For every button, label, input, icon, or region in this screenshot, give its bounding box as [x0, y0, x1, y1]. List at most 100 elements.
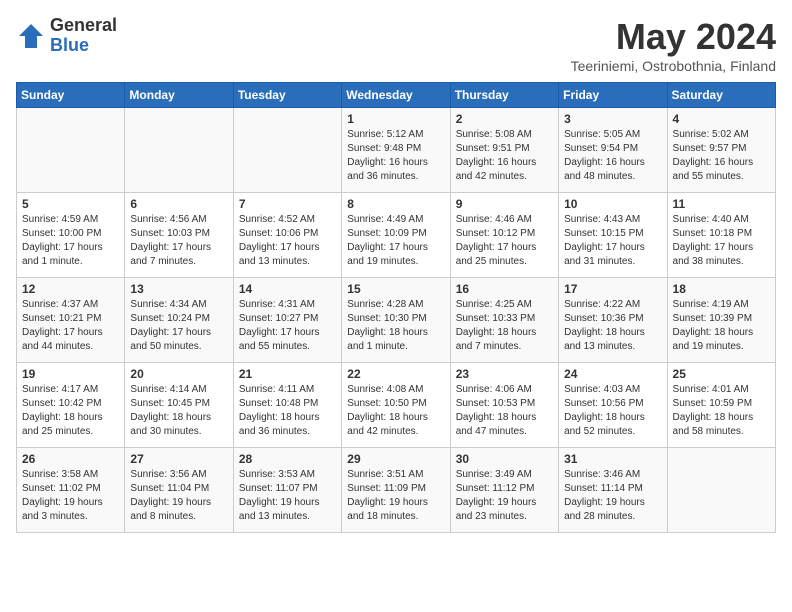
calendar-day-cell: 28 Sunrise: 3:53 AM Sunset: 11:07 PM Dayl…	[233, 448, 341, 533]
calendar-day-cell	[125, 108, 233, 193]
day-number: 12	[22, 282, 119, 296]
location-subtitle: Teeriniemi, Ostrobothnia, Finland	[571, 58, 776, 74]
calendar-day-cell	[17, 108, 125, 193]
calendar-body: 1Sunrise: 5:12 AM Sunset: 9:48 PM Daylig…	[17, 108, 776, 533]
day-number: 27	[130, 452, 227, 466]
day-number: 19	[22, 367, 119, 381]
calendar-day-cell: 21Sunrise: 4:11 AM Sunset: 10:48 PM Dayl…	[233, 363, 341, 448]
calendar-day-cell: 29 Sunrise: 3:51 AM Sunset: 11:09 PM Dayl…	[342, 448, 450, 533]
month-title: May 2024	[571, 16, 776, 58]
day-info: Sunrise: 5:08 AM Sunset: 9:51 PM Dayligh…	[456, 128, 553, 184]
day-info: Sunrise: 4:31 AM Sunset: 10:27 PM Daylig…	[239, 298, 336, 354]
day-info: Sunrise: 4:03 AM Sunset: 10:56 PM Daylig…	[564, 383, 661, 439]
day-info: Sunrise: 4:01 AM Sunset: 10:59 PM Daylig…	[673, 383, 770, 439]
calendar-table: SundayMondayTuesdayWednesdayThursdayFrid…	[16, 82, 776, 533]
day-number: 16	[456, 282, 553, 296]
day-number: 9	[456, 197, 553, 211]
day-info: Sunrise: 3:46 AM Sunset: 11:14 PM Daylig…	[564, 468, 661, 524]
day-number: 31	[564, 452, 661, 466]
day-number: 30	[456, 452, 553, 466]
day-info: Sunrise: 4:25 AM Sunset: 10:33 PM Daylig…	[456, 298, 553, 354]
day-number: 22	[347, 367, 444, 381]
day-info: Sunrise: 4:49 AM Sunset: 10:09 PM Daylig…	[347, 213, 444, 269]
calendar-week-5: 26 Sunrise: 3:58 AM Sunset: 11:02 PM Dayl…	[17, 448, 776, 533]
calendar-day-cell: 27 Sunrise: 3:56 AM Sunset: 11:04 PM Dayl…	[125, 448, 233, 533]
day-info: Sunrise: 4:46 AM Sunset: 10:12 PM Daylig…	[456, 213, 553, 269]
day-info: Sunrise: 4:19 AM Sunset: 10:39 PM Daylig…	[673, 298, 770, 354]
logo-icon	[16, 21, 46, 51]
day-number: 23	[456, 367, 553, 381]
weekday-header-saturday: Saturday	[667, 83, 775, 108]
day-number: 24	[564, 367, 661, 381]
logo-blue-text: Blue	[50, 36, 117, 56]
day-number: 11	[673, 197, 770, 211]
calendar-day-cell	[233, 108, 341, 193]
day-info: Sunrise: 4:37 AM Sunset: 10:21 PM Daylig…	[22, 298, 119, 354]
day-info: Sunrise: 4:43 AM Sunset: 10:15 PM Daylig…	[564, 213, 661, 269]
calendar-day-cell: 16 Sunrise: 4:25 AM Sunset: 10:33 PM Dayl…	[450, 278, 558, 363]
weekday-header-thursday: Thursday	[450, 83, 558, 108]
day-info: Sunrise: 4:34 AM Sunset: 10:24 PM Daylig…	[130, 298, 227, 354]
calendar-day-cell: 9 Sunrise: 4:46 AM Sunset: 10:12 PM Dayli…	[450, 193, 558, 278]
day-info: Sunrise: 5:05 AM Sunset: 9:54 PM Dayligh…	[564, 128, 661, 184]
logo-text: General Blue	[50, 16, 117, 56]
day-info: Sunrise: 4:06 AM Sunset: 10:53 PM Daylig…	[456, 383, 553, 439]
day-info: Sunrise: 4:22 AM Sunset: 10:36 PM Daylig…	[564, 298, 661, 354]
weekday-header-sunday: Sunday	[17, 83, 125, 108]
calendar-day-cell: 25 Sunrise: 4:01 AM Sunset: 10:59 PM Dayl…	[667, 363, 775, 448]
day-number: 29	[347, 452, 444, 466]
calendar-week-1: 1Sunrise: 5:12 AM Sunset: 9:48 PM Daylig…	[17, 108, 776, 193]
calendar-day-cell: 7 Sunrise: 4:52 AM Sunset: 10:06 PM Dayli…	[233, 193, 341, 278]
day-info: Sunrise: 5:02 AM Sunset: 9:57 PM Dayligh…	[673, 128, 770, 184]
day-info: Sunrise: 4:17 AM Sunset: 10:42 PM Daylig…	[22, 383, 119, 439]
day-info: Sunrise: 5:12 AM Sunset: 9:48 PM Dayligh…	[347, 128, 444, 184]
day-number: 4	[673, 112, 770, 126]
calendar-day-cell: 6Sunrise: 4:56 AM Sunset: 10:03 PM Dayli…	[125, 193, 233, 278]
day-info: Sunrise: 3:56 AM Sunset: 11:04 PM Daylig…	[130, 468, 227, 524]
day-number: 5	[22, 197, 119, 211]
logo: General Blue	[16, 16, 117, 56]
calendar-day-cell: 4 Sunrise: 5:02 AM Sunset: 9:57 PM Daylig…	[667, 108, 775, 193]
day-number: 21	[239, 367, 336, 381]
day-info: Sunrise: 3:49 AM Sunset: 11:12 PM Daylig…	[456, 468, 553, 524]
day-info: Sunrise: 4:40 AM Sunset: 10:18 PM Daylig…	[673, 213, 770, 269]
calendar-day-cell: 3Sunrise: 5:05 AM Sunset: 9:54 PM Daylig…	[559, 108, 667, 193]
page-header: General Blue May 2024 Teeriniemi, Ostrob…	[16, 16, 776, 74]
day-info: Sunrise: 3:58 AM Sunset: 11:02 PM Daylig…	[22, 468, 119, 524]
calendar-day-cell: 23 Sunrise: 4:06 AM Sunset: 10:53 PM Dayl…	[450, 363, 558, 448]
day-number: 20	[130, 367, 227, 381]
day-info: Sunrise: 4:08 AM Sunset: 10:50 PM Daylig…	[347, 383, 444, 439]
weekday-header-monday: Monday	[125, 83, 233, 108]
weekday-header-wednesday: Wednesday	[342, 83, 450, 108]
day-info: Sunrise: 3:53 AM Sunset: 11:07 PM Daylig…	[239, 468, 336, 524]
calendar-day-cell: 2 Sunrise: 5:08 AM Sunset: 9:51 PM Daylig…	[450, 108, 558, 193]
day-number: 6	[130, 197, 227, 211]
calendar-week-3: 12 Sunrise: 4:37 AM Sunset: 10:21 PM Dayl…	[17, 278, 776, 363]
calendar-week-2: 5 Sunrise: 4:59 AM Sunset: 10:00 PM Dayli…	[17, 193, 776, 278]
day-info: Sunrise: 4:28 AM Sunset: 10:30 PM Daylig…	[347, 298, 444, 354]
calendar-day-cell: 30 Sunrise: 3:49 AM Sunset: 11:12 PM Dayl…	[450, 448, 558, 533]
calendar-day-cell: 13Sunrise: 4:34 AM Sunset: 10:24 PM Dayl…	[125, 278, 233, 363]
day-info: Sunrise: 4:52 AM Sunset: 10:06 PM Daylig…	[239, 213, 336, 269]
calendar-day-cell: 1Sunrise: 5:12 AM Sunset: 9:48 PM Daylig…	[342, 108, 450, 193]
day-number: 28	[239, 452, 336, 466]
day-number: 15	[347, 282, 444, 296]
calendar-day-cell: 8Sunrise: 4:49 AM Sunset: 10:09 PM Dayli…	[342, 193, 450, 278]
day-number: 7	[239, 197, 336, 211]
logo-general-text: General	[50, 16, 117, 36]
calendar-day-cell: 10Sunrise: 4:43 AM Sunset: 10:15 PM Dayl…	[559, 193, 667, 278]
calendar-day-cell: 24 Sunrise: 4:03 AM Sunset: 10:56 PM Dayl…	[559, 363, 667, 448]
day-number: 2	[456, 112, 553, 126]
calendar-day-cell: 12 Sunrise: 4:37 AM Sunset: 10:21 PM Dayl…	[17, 278, 125, 363]
day-info: Sunrise: 3:51 AM Sunset: 11:09 PM Daylig…	[347, 468, 444, 524]
calendar-day-cell	[667, 448, 775, 533]
calendar-header: SundayMondayTuesdayWednesdayThursdayFrid…	[17, 83, 776, 108]
day-info: Sunrise: 4:59 AM Sunset: 10:00 PM Daylig…	[22, 213, 119, 269]
day-number: 26	[22, 452, 119, 466]
weekday-header-tuesday: Tuesday	[233, 83, 341, 108]
calendar-day-cell: 31 Sunrise: 3:46 AM Sunset: 11:14 PM Dayl…	[559, 448, 667, 533]
day-number: 25	[673, 367, 770, 381]
calendar-day-cell: 5 Sunrise: 4:59 AM Sunset: 10:00 PM Dayli…	[17, 193, 125, 278]
calendar-day-cell: 19 Sunrise: 4:17 AM Sunset: 10:42 PM Dayl…	[17, 363, 125, 448]
calendar-day-cell: 14Sunrise: 4:31 AM Sunset: 10:27 PM Dayl…	[233, 278, 341, 363]
